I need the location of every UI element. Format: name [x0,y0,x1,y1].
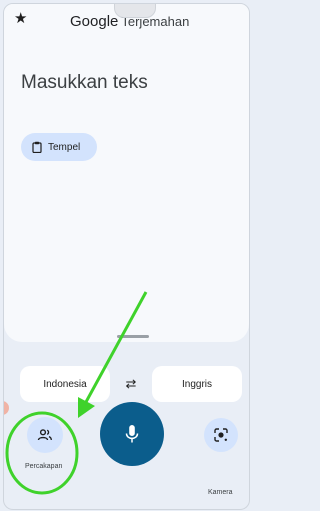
text-input-placeholder[interactable]: Masukkan teks [21,72,148,94]
edge-indicator [4,401,9,415]
swap-arrows-icon[interactable]: ⇄ [121,375,141,393]
clipboard-icon [32,141,42,153]
title-brand: Google [70,13,119,30]
source-language-button[interactable]: Indonesia [20,366,110,402]
conversation-label: Percakapan [25,463,63,470]
paste-button[interactable]: Tempel [21,133,97,161]
camera-button[interactable] [204,418,238,452]
conversation-button[interactable] [27,417,63,453]
people-icon [37,429,52,441]
lens-camera-icon [214,428,228,442]
input-panel[interactable]: ★ Google Terjemahan Masukkan teks Tempel [4,4,249,342]
phone-screen: ★ Google Terjemahan Masukkan teks Tempel … [3,3,250,510]
camera-notch [114,4,156,18]
microphone-icon [125,425,139,443]
camera-label: Kamera [208,489,233,496]
star-icon[interactable]: ★ [14,11,30,27]
target-language-button[interactable]: Inggris [152,366,242,402]
microphone-button[interactable] [100,402,164,466]
paste-label: Tempel [48,141,81,153]
drag-handle[interactable] [117,335,149,338]
